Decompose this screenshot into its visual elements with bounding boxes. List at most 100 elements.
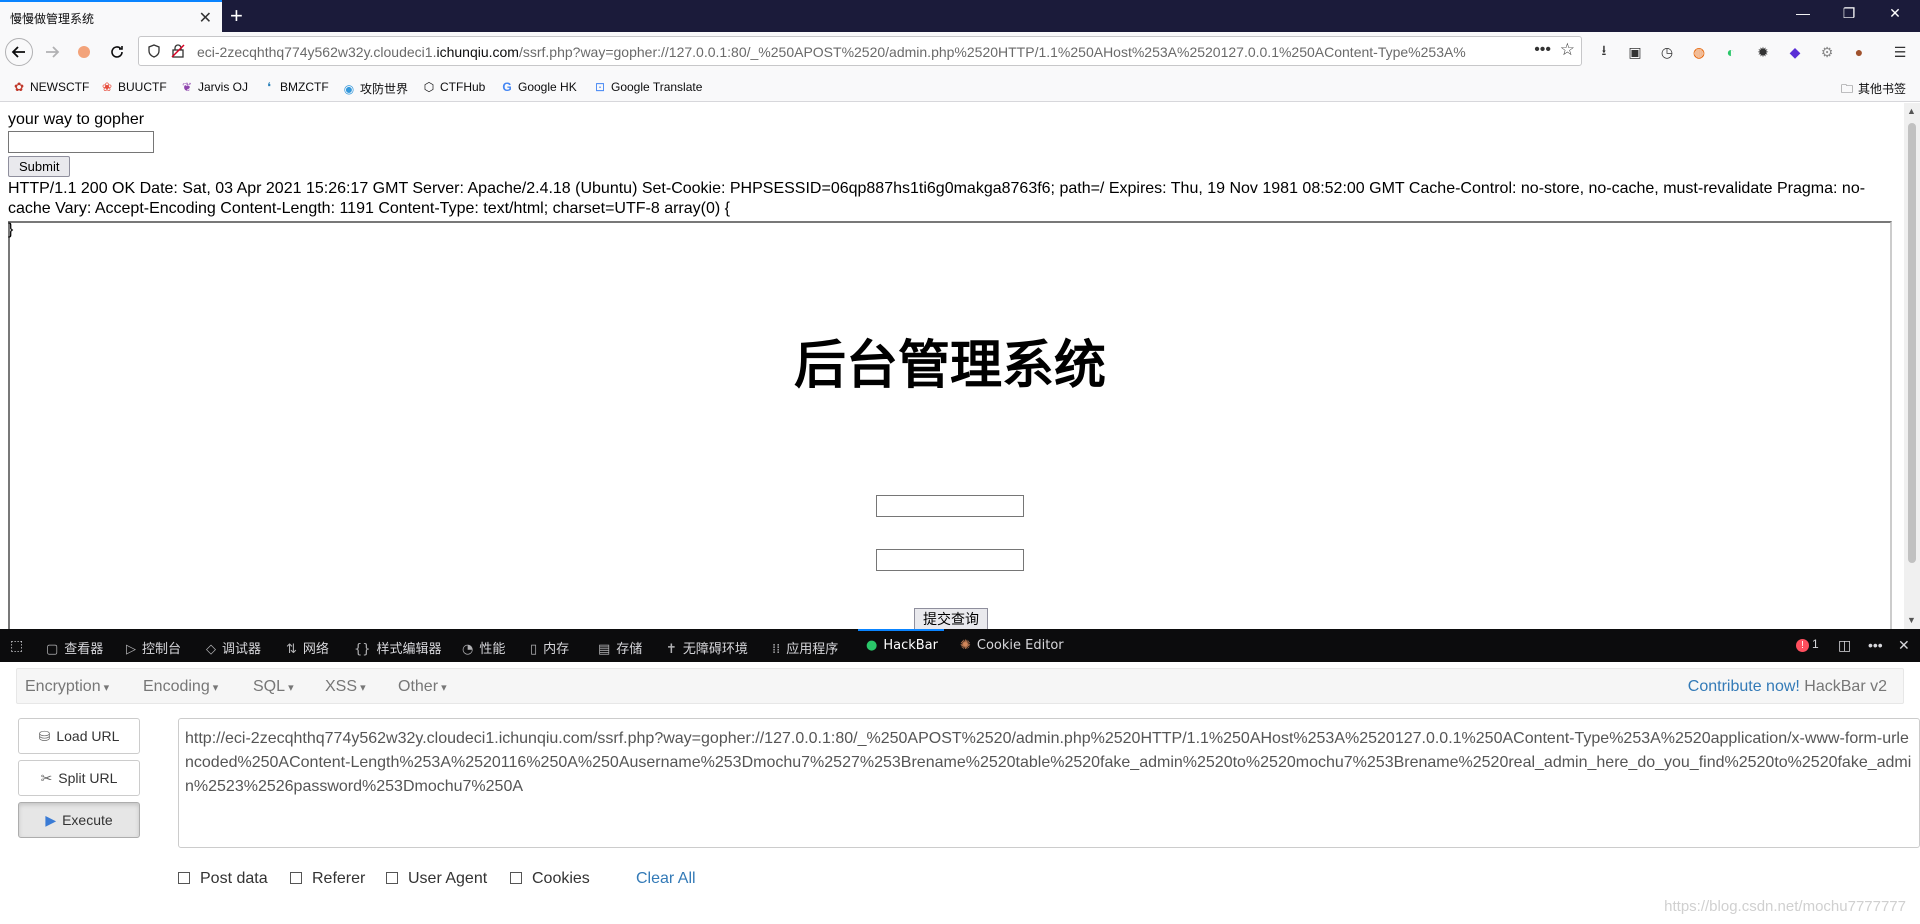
folder-icon: 🗀 (1840, 82, 1853, 96)
other-bookmarks-label: 其他书签 (1858, 82, 1907, 96)
minimize-icon[interactable]: — (1780, 5, 1826, 21)
bookmark-label: CTFHub (440, 80, 486, 94)
extension-icon[interactable] (70, 38, 98, 66)
settings-gear-icon[interactable]: ✹ (1753, 42, 1773, 62)
devtab-performance[interactable]: ◔ 性能 (462, 638, 505, 657)
hackbar-version: HackBar v2 (1804, 678, 1887, 695)
restore-icon[interactable]: ❐ (1826, 5, 1872, 22)
devtab-memory[interactable]: ▯ 内存 (530, 638, 569, 657)
scroll-down-icon[interactable]: ▼ (1907, 615, 1916, 625)
devtab-label: 应用程序 (786, 642, 839, 657)
error-badge[interactable]: ! 1 (1796, 637, 1819, 652)
extension-orange-icon[interactable]: ◍ (1689, 42, 1709, 62)
bookmark-bmzctf[interactable]: ❛ BMZCTF (262, 80, 329, 94)
gopher-input[interactable] (8, 131, 154, 153)
bookmark-ctfhub[interactable]: ⬡ CTFHub (422, 80, 486, 94)
password-field[interactable] (876, 549, 1024, 571)
url-textarea[interactable]: http://eci-2zecqhthq774y562w32y.cloudeci… (178, 718, 1920, 848)
new-tab-button[interactable]: + (230, 3, 243, 29)
load-url-button[interactable]: ⛁ Load URL (18, 718, 140, 754)
cookies-checkbox[interactable]: Cookies (510, 870, 590, 888)
devtab-hackbar[interactable]: ● HackBar (866, 638, 938, 653)
devtab-console[interactable]: ▷ 控制台 (126, 638, 181, 657)
back-button[interactable] (5, 38, 33, 66)
cookie-icon[interactable]: ● (1849, 42, 1869, 62)
tab-close-icon[interactable]: ✕ (199, 8, 212, 28)
scroll-up-icon[interactable]: ▲ (1907, 106, 1916, 116)
element-picker-icon[interactable]: ⬚ (10, 637, 23, 654)
shield-icon[interactable] (147, 44, 161, 58)
execute-button[interactable]: ▶ Execute (18, 802, 140, 838)
devtab-application[interactable]: ⁞⁞ 应用程序 (772, 638, 838, 657)
insecure-lock-icon[interactable] (171, 44, 185, 58)
extension-purple-icon[interactable]: ◆ (1785, 42, 1805, 62)
page-actions-icon[interactable]: ••• (1534, 41, 1551, 59)
url-path: /ssrf.php?way=gopher://127.0.0.1:80/_%25… (518, 44, 1466, 60)
checkbox-box[interactable] (386, 872, 398, 884)
buuctf-icon: ❀ (101, 80, 113, 94)
contribute-link[interactable]: Contribute now! (1688, 678, 1800, 695)
bookmark-google-translate[interactable]: ⊡ Google Translate (593, 80, 702, 94)
bookmark-star-icon[interactable]: ☆ (1560, 40, 1575, 60)
forward-button[interactable] (38, 38, 66, 66)
devtab-label: HackBar (883, 638, 938, 653)
devtab-debugger[interactable]: ◇ 调试器 (206, 638, 261, 657)
admin-submit-button[interactable]: 提交查询 (914, 608, 988, 629)
memory-icon: ▯ (530, 642, 538, 657)
dock-icon[interactable]: ◫ (1838, 637, 1851, 654)
extension-green-icon[interactable]: ◐ (1721, 42, 1741, 62)
library-icon[interactable]: ▣ (1625, 42, 1645, 62)
extension-gray-icon[interactable]: ⚙ (1817, 42, 1837, 62)
reload-button[interactable] (103, 38, 131, 66)
accessibility-icon: ✝ (666, 642, 677, 657)
devtab-inspector[interactable]: ▢ 查看器 (46, 638, 103, 657)
post-data-checkbox[interactable]: Post data (178, 870, 268, 888)
tab-active[interactable]: 慢慢做管理系统 ✕ (0, 0, 222, 32)
url-text[interactable]: eci-2zecqhthq774y562w32y.cloudeci1.ichun… (197, 44, 1527, 60)
clear-all-link[interactable]: Clear All (636, 870, 696, 888)
checkbox-box[interactable] (178, 872, 190, 884)
user-agent-checkbox[interactable]: User Agent (386, 870, 487, 888)
menu-other[interactable]: Other (398, 678, 447, 696)
devtab-style-editor[interactable]: {} 样式编辑器 (354, 638, 442, 657)
bookmark-gongfang[interactable]: ◉ 攻防世界 (342, 80, 408, 97)
devtab-label: 调试器 (222, 642, 262, 657)
url-bar[interactable]: eci-2zecqhthq774y562w32y.cloudeci1.ichun… (138, 36, 1582, 66)
scissors-icon: ✂ (40, 769, 53, 786)
checkbox-box[interactable] (510, 872, 522, 884)
devtab-accessibility[interactable]: ✝ 无障碍环境 (666, 638, 748, 657)
bookmark-newsctf[interactable]: ✿ NEWSCTF (12, 80, 89, 94)
split-url-button[interactable]: ✂ Split URL (18, 760, 140, 796)
download-icon[interactable]: ⭳ (1594, 42, 1614, 62)
active-tab-indicator (858, 629, 944, 631)
bookmark-google-hk[interactable]: G Google HK (500, 80, 576, 94)
menu-xss[interactable]: XSS (325, 678, 366, 696)
bookmark-jarvis[interactable]: ❦ Jarvis OJ (180, 80, 248, 94)
window-close-icon[interactable]: ✕ (1872, 5, 1918, 22)
http-response-text: HTTP/1.1 200 OK Date: Sat, 03 Apr 2021 1… (8, 180, 1866, 217)
bookmark-buuctf[interactable]: ❀ BUUCTF (100, 80, 167, 94)
menu-encryption[interactable]: Encryption (25, 678, 109, 696)
devtab-storage[interactable]: ▤ 存储 (598, 638, 642, 657)
inspector-icon: ▢ (46, 642, 59, 657)
menu-encoding[interactable]: Encoding (143, 678, 218, 696)
devtools-close-icon[interactable]: ✕ (1898, 637, 1910, 654)
page-scrollbar[interactable]: ▲ ▼ (1904, 103, 1920, 629)
url-domain: ichunqiu.com (436, 44, 519, 60)
menu-sql[interactable]: SQL (253, 678, 294, 696)
other-bookmarks[interactable]: 🗀 其他书签 (1840, 80, 1906, 101)
menu-hamburger-icon[interactable]: ☰ (1890, 42, 1910, 62)
devtools-menu-icon[interactable]: ••• (1868, 637, 1883, 653)
devtab-network[interactable]: ⇅ 网络 (286, 638, 329, 657)
back-arrow-icon (11, 46, 25, 58)
referer-checkbox[interactable]: Referer (290, 870, 365, 888)
checkbox-box[interactable] (290, 872, 302, 884)
scrollbar-thumb[interactable] (1908, 123, 1916, 563)
history-icon[interactable]: ◷ (1657, 42, 1677, 62)
bookmark-label: 攻防世界 (360, 82, 409, 96)
reload-icon (111, 46, 123, 58)
submit-button[interactable]: Submit (8, 156, 71, 177)
username-field[interactable] (876, 495, 1024, 517)
devtab-cookie-editor[interactable]: ✺ Cookie Editor (960, 638, 1064, 653)
error-count: 1 (1812, 637, 1819, 651)
